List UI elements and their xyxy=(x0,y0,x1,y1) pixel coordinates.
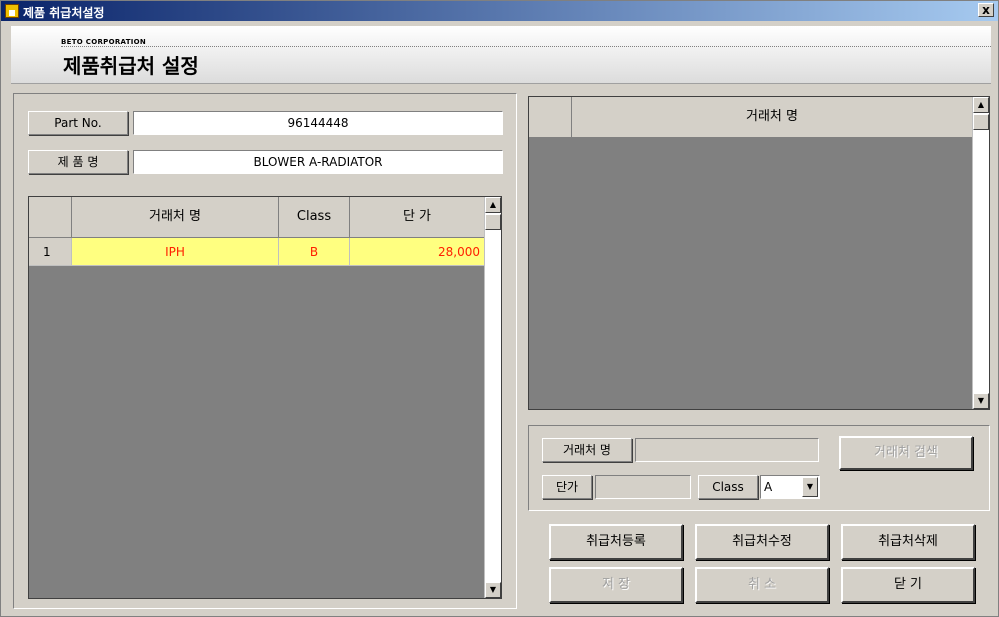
class-cell[interactable]: B xyxy=(279,238,350,266)
header-divider xyxy=(61,46,991,47)
title-bar: 제품 취급처설정 x xyxy=(1,1,998,21)
save-button[interactable]: 저 장 xyxy=(549,567,683,603)
row-number: 1 xyxy=(29,238,72,266)
cancel-button[interactable]: 취 소 xyxy=(695,567,829,603)
vendor-search-button[interactable]: 거래처 검색 xyxy=(839,436,973,470)
price-field[interactable] xyxy=(595,475,691,499)
price-label: 단가 xyxy=(542,475,592,499)
corporation-name: BETO CORPORATION xyxy=(61,38,147,46)
vendor-list-header: 거래처 명 xyxy=(529,97,973,138)
class-select[interactable]: A ▼ xyxy=(760,475,820,499)
modify-button[interactable]: 취급처수정 xyxy=(695,524,829,560)
row-number-header xyxy=(529,97,572,138)
row-number-header xyxy=(29,197,72,238)
page-title: 제품취급처 설정 xyxy=(63,54,199,78)
scroll-down-icon[interactable]: ▼ xyxy=(973,393,989,409)
scroll-down-icon[interactable]: ▼ xyxy=(485,582,501,598)
column-header-vendor[interactable]: 거래처 명 xyxy=(572,97,973,138)
chevron-down-icon[interactable]: ▼ xyxy=(802,477,818,497)
supplier-grid[interactable]: 거래처 명 Class 단 가 1 IPH B 28,000 ▲ ▼ xyxy=(28,196,502,599)
scroll-up-icon[interactable]: ▲ xyxy=(973,97,989,113)
home-icon xyxy=(5,4,19,18)
class-select-value: A xyxy=(764,480,773,494)
price-cell[interactable]: 28,000 xyxy=(350,238,485,266)
vendor-list-scrollbar[interactable]: ▲ ▼ xyxy=(972,97,989,409)
product-name-field[interactable]: BLOWER A-RADIATOR xyxy=(133,150,503,174)
close-button[interactable]: 닫 기 xyxy=(841,567,975,603)
vendor-name-label: 거래처 명 xyxy=(542,438,632,462)
vendor-list-grid[interactable]: 거래처 명 ▲ ▼ xyxy=(528,96,990,410)
window-close-button[interactable]: x xyxy=(978,3,994,17)
register-button[interactable]: 취급처등록 xyxy=(549,524,683,560)
scroll-up-icon[interactable]: ▲ xyxy=(485,197,501,213)
column-header-vendor[interactable]: 거래처 명 xyxy=(72,197,279,238)
class-label: Class xyxy=(698,475,758,499)
window-title: 제품 취급처설정 xyxy=(23,6,105,20)
scroll-thumb[interactable] xyxy=(485,214,501,230)
delete-button[interactable]: 취급처삭제 xyxy=(841,524,975,560)
product-name-label: 제 품 명 xyxy=(28,150,128,174)
supplier-grid-scrollbar[interactable]: ▲ ▼ xyxy=(484,197,501,598)
scroll-thumb[interactable] xyxy=(973,114,989,130)
part-no-field[interactable]: 96144448 xyxy=(133,111,503,135)
vendor-cell[interactable]: IPH xyxy=(72,238,279,266)
column-header-class[interactable]: Class xyxy=(279,197,350,238)
table-row[interactable]: 1 IPH B 28,000 xyxy=(29,238,485,266)
column-header-price[interactable]: 단 가 xyxy=(350,197,485,238)
header-banner: BETO CORPORATION 제품취급처 설정 xyxy=(11,26,991,84)
supplier-grid-header: 거래처 명 Class 단 가 xyxy=(29,197,485,238)
vendor-name-field[interactable] xyxy=(635,438,819,462)
app-window: 제품 취급처설정 x BETO CORPORATION 제품취급처 설정 Par… xyxy=(0,0,999,617)
part-no-label: Part No. xyxy=(28,111,128,135)
